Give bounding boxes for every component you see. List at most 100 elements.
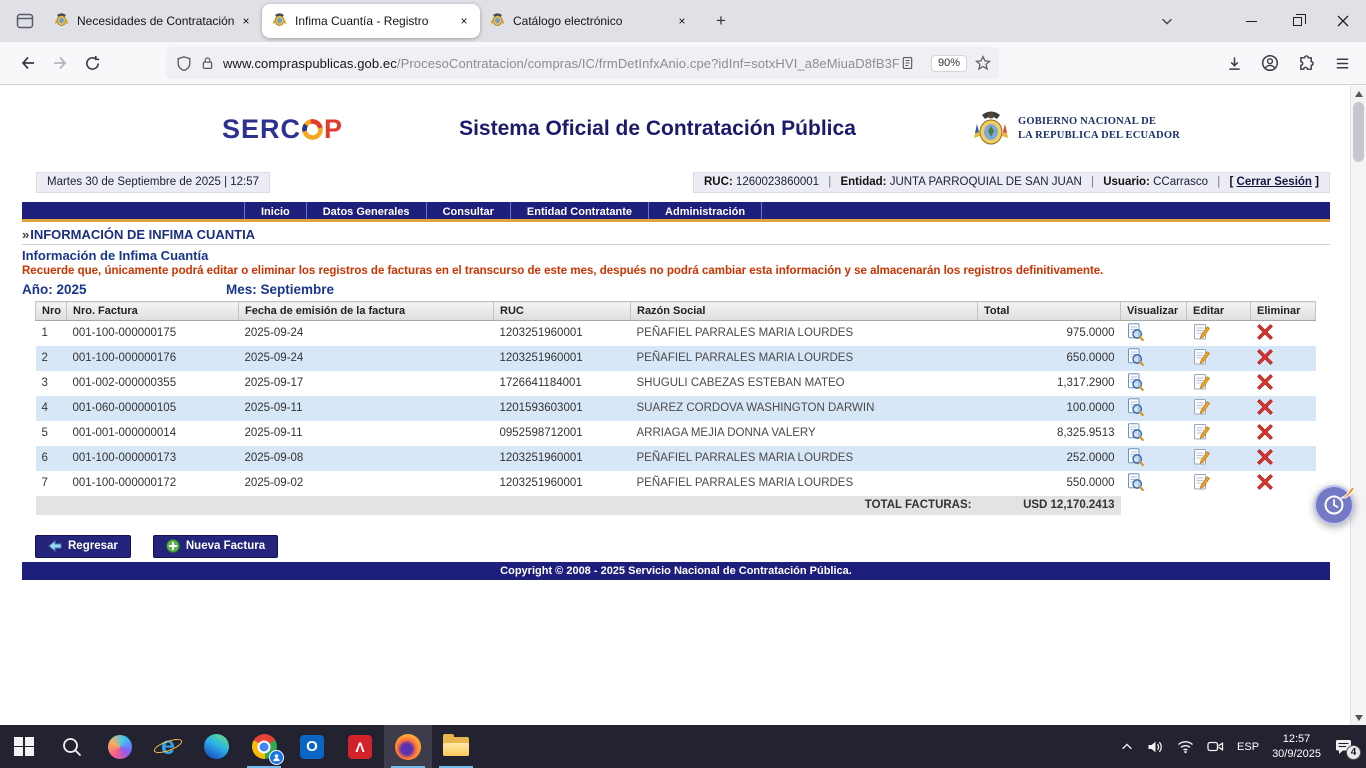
- browser-tab-catalogo[interactable]: Catálogo electrónico ×: [480, 4, 698, 38]
- supplier-ruc: 1201593603001: [494, 396, 631, 421]
- sercop-logo: SERCP: [222, 114, 343, 145]
- address-bar[interactable]: www.compraspublicas.gob.ec/ProcesoContra…: [166, 47, 999, 79]
- sercop-o-icon: [298, 114, 328, 144]
- menu-item-datos-generales[interactable]: Datos Generales: [306, 202, 426, 219]
- row-number: 4: [36, 396, 67, 421]
- supplier-ruc: 1726641184001: [494, 371, 631, 396]
- meet-now-camera-icon[interactable]: [1207, 739, 1224, 754]
- reader-mode-icon[interactable]: [900, 55, 915, 71]
- tab-close-icon[interactable]: ×: [672, 11, 692, 31]
- extensions-puzzle-icon[interactable]: [1290, 48, 1322, 78]
- menu-item-entidad-contratante[interactable]: Entidad Contratante: [510, 202, 648, 219]
- notification-center-icon[interactable]: 4: [1334, 738, 1354, 756]
- edit-invoice-icon[interactable]: [1193, 348, 1210, 366]
- menu-item-consultar[interactable]: Consultar: [426, 202, 510, 219]
- chrome-profile-badge: [269, 750, 284, 765]
- start-button[interactable]: [0, 725, 48, 768]
- tray-expand-icon[interactable]: [1120, 740, 1134, 754]
- edit-invoice-icon[interactable]: [1193, 473, 1210, 491]
- volume-icon[interactable]: [1147, 739, 1164, 755]
- internet-explorer-icon[interactable]: e: [144, 725, 192, 768]
- col-header-factura: Nro. Factura: [67, 302, 239, 321]
- browser-tab-necesidades[interactable]: Necesidades de Contratación y ×: [44, 4, 262, 38]
- flame-icon: [1340, 485, 1356, 499]
- edit-invoice-icon[interactable]: [1193, 323, 1210, 341]
- delete-invoice-icon[interactable]: [1257, 349, 1273, 365]
- view-invoice-icon[interactable]: [1127, 398, 1144, 416]
- page-title: Sistema Oficial de Contratación Pública: [343, 117, 972, 141]
- entidad-value: JUNTA PARROQUIAL DE SAN JUAN: [890, 176, 1082, 188]
- site-footer: Copyright © 2008 - 2025 Servicio Naciona…: [22, 562, 1330, 580]
- menu-hamburger-icon[interactable]: [1326, 48, 1358, 78]
- window-minimize-button[interactable]: [1228, 0, 1274, 42]
- floating-clock-widget[interactable]: [1314, 485, 1354, 525]
- firefox-icon[interactable]: [384, 725, 432, 768]
- delete-invoice-icon[interactable]: [1257, 324, 1273, 340]
- acrobat-icon[interactable]: Λ: [336, 725, 384, 768]
- window-close-button[interactable]: [1320, 0, 1366, 42]
- delete-invoice-icon[interactable]: [1257, 474, 1273, 490]
- edit-invoice-icon[interactable]: [1193, 373, 1210, 391]
- invoice-date: 2025-09-11: [239, 396, 494, 421]
- menu-item-inicio[interactable]: Inicio: [244, 202, 306, 219]
- chrome-icon[interactable]: [240, 725, 288, 768]
- account-icon[interactable]: [1254, 48, 1286, 78]
- table-total-row: TOTAL FACTURAS: USD 12,170.2413: [36, 496, 1316, 515]
- row-number: 3: [36, 371, 67, 396]
- edge-icon[interactable]: [192, 725, 240, 768]
- menu-item-administracion[interactable]: Administración: [648, 202, 762, 219]
- url-text[interactable]: www.compraspublicas.gob.ec/ProcesoContra…: [223, 56, 900, 71]
- view-invoice-icon[interactable]: [1127, 423, 1144, 441]
- invoice-number: 001-100-000000175: [67, 321, 239, 346]
- vertical-scrollbar[interactable]: [1350, 86, 1366, 725]
- delete-invoice-icon[interactable]: [1257, 424, 1273, 440]
- shield-icon[interactable]: [176, 55, 192, 72]
- invoice-total: 8,325.9513: [978, 421, 1121, 446]
- view-invoice-icon[interactable]: [1127, 473, 1144, 491]
- tab-favicon-icon: [272, 12, 287, 30]
- bookmark-star-icon[interactable]: [975, 55, 991, 71]
- nueva-factura-button[interactable]: Nueva Factura: [153, 535, 278, 558]
- view-invoice-icon[interactable]: [1127, 348, 1144, 366]
- view-invoice-icon[interactable]: [1127, 448, 1144, 466]
- section-title: Información de Infima Cuantía: [22, 248, 1330, 263]
- taskbar-clock[interactable]: 12:57 30/9/2025: [1272, 732, 1321, 761]
- usuario-label: Usuario:: [1103, 176, 1150, 188]
- supplier-ruc: 1203251960001: [494, 321, 631, 346]
- tab-close-icon[interactable]: ×: [236, 11, 256, 31]
- list-all-tabs-icon[interactable]: [1150, 6, 1184, 36]
- scrollbar-thumb[interactable]: [1353, 102, 1364, 162]
- outlook-icon[interactable]: O: [288, 725, 336, 768]
- copilot-icon[interactable]: [96, 725, 144, 768]
- edit-invoice-icon[interactable]: [1193, 398, 1210, 416]
- delete-invoice-icon[interactable]: [1257, 399, 1273, 415]
- row-number: 7: [36, 471, 67, 496]
- scrollbar-up-icon[interactable]: [1351, 86, 1366, 101]
- scrollbar-down-icon[interactable]: [1351, 710, 1366, 725]
- zoom-level-badge[interactable]: 90%: [931, 55, 967, 72]
- taskbar-search-icon[interactable]: [48, 725, 96, 768]
- browser-tab-infima-cuantia[interactable]: Infima Cuantía - Registro ×: [262, 4, 480, 38]
- file-explorer-icon[interactable]: [432, 725, 480, 768]
- downloads-icon[interactable]: [1218, 48, 1250, 78]
- edit-invoice-icon[interactable]: [1193, 448, 1210, 466]
- logout-link[interactable]: Cerrar Sesión: [1237, 176, 1312, 188]
- forward-icon[interactable]: [44, 48, 76, 78]
- delete-invoice-icon[interactable]: [1257, 449, 1273, 465]
- lock-icon[interactable]: [200, 55, 215, 71]
- col-header-editar: Editar: [1187, 302, 1251, 321]
- taskbar-time: 12:57: [1272, 732, 1321, 746]
- view-invoice-icon[interactable]: [1127, 373, 1144, 391]
- delete-invoice-icon[interactable]: [1257, 374, 1273, 390]
- back-icon[interactable]: [12, 48, 44, 78]
- new-tab-button[interactable]: +: [706, 6, 736, 36]
- reload-icon[interactable]: [76, 48, 108, 78]
- tab-close-icon[interactable]: ×: [454, 11, 474, 31]
- wifi-icon[interactable]: [1177, 739, 1194, 754]
- firefox-view-icon[interactable]: [10, 6, 40, 36]
- edit-invoice-icon[interactable]: [1193, 423, 1210, 441]
- language-indicator[interactable]: ESP: [1237, 741, 1259, 753]
- view-invoice-icon[interactable]: [1127, 323, 1144, 341]
- regresar-button[interactable]: Regresar: [35, 535, 131, 558]
- window-restore-button[interactable]: [1274, 0, 1320, 42]
